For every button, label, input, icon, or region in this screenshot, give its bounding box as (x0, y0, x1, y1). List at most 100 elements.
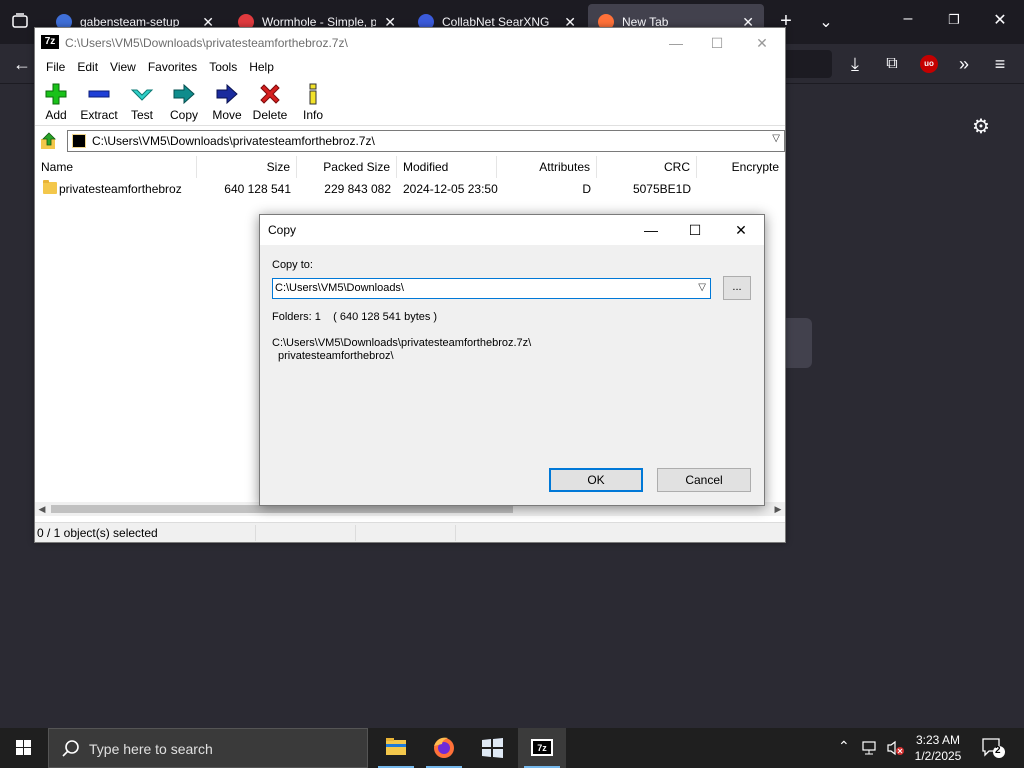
fm-menubar: File Edit View Favorites Tools Help (35, 58, 785, 78)
menu-favorites[interactable]: Favorites (142, 58, 203, 78)
column-encrypted[interactable]: Encrypte (697, 156, 785, 178)
scroll-right-icon[interactable]: ▶ (771, 502, 785, 516)
browse-button[interactable]: ... (723, 276, 751, 300)
notification-count: 2 (995, 745, 1001, 756)
cancel-button[interactable]: Cancel (657, 468, 751, 492)
extract-minus-icon (88, 90, 110, 98)
7zip-app-icon: 7z (41, 35, 59, 49)
7zip-taskbar-button[interactable]: 7z (518, 728, 566, 768)
destination-path-text: C:\Users\VM5\Downloads\ (275, 282, 404, 294)
column-packed-size[interactable]: Packed Size (297, 156, 397, 178)
move-label: Move (212, 108, 242, 122)
fm-close-button[interactable]: ✕ (747, 32, 777, 54)
fm-minimize-button[interactable]: — (661, 32, 691, 54)
ublock-icon[interactable]: uo (920, 55, 938, 73)
fm-toolbar: Add Extract Test Copy Move Delete Info (35, 78, 785, 126)
archive-icon (72, 134, 86, 148)
add-plus-icon (45, 83, 67, 105)
delete-button[interactable]: Delete (251, 82, 289, 122)
tray-overflow-icon[interactable]: ⌃ (838, 738, 850, 768)
move-arrow-icon (216, 83, 238, 105)
copy-button[interactable]: Copy (167, 82, 201, 122)
taskbar-search[interactable]: Type here to search (48, 728, 368, 768)
network-icon[interactable] (862, 740, 880, 768)
folder-icon (43, 180, 57, 194)
row-modified: 2024-12-05 23:50 (403, 182, 498, 196)
close-window-icon[interactable]: ✕ (988, 10, 1012, 30)
dialog-close-button[interactable]: ✕ (726, 219, 756, 241)
column-size[interactable]: Size (197, 156, 297, 178)
notification-icon (982, 738, 1005, 758)
extensions-icon[interactable]: ⧉ (880, 52, 904, 76)
fm-titlebar: 7z C:\Users\VM5\Downloads\privatesteamfo… (35, 28, 785, 58)
file-explorer-icon (386, 738, 406, 755)
status-divider (355, 525, 356, 541)
list-tabs-icon[interactable]: ⌄ (814, 12, 838, 32)
delete-label: Delete (252, 108, 288, 122)
menu-icon[interactable]: ≡ (988, 52, 1012, 76)
info-label: Info (302, 108, 323, 122)
scroll-left-icon[interactable]: ◀ (35, 502, 49, 516)
dialog-minimize-button[interactable]: — (636, 219, 666, 241)
search-placeholder: Type here to search (89, 741, 213, 757)
restore-icon[interactable]: ❐ (942, 12, 966, 28)
url-bar[interactable] (780, 50, 832, 78)
menu-tools[interactable]: Tools (203, 58, 243, 78)
newtab-shortcut-card[interactable] (786, 318, 812, 368)
test-label: Test (130, 108, 153, 122)
volume-muted-icon[interactable] (886, 740, 906, 768)
ok-button[interactable]: OK (549, 468, 643, 492)
7zip-icon: 7z (531, 739, 553, 756)
fm-maximize-button[interactable]: ☐ (702, 32, 732, 54)
dialog-title: Copy (268, 223, 297, 237)
column-crc[interactable]: CRC (597, 156, 697, 178)
windows-app-icon (482, 738, 503, 758)
status-bar: 0 / 1 object(s) selected (35, 522, 785, 542)
firefox-taskbar-button[interactable] (420, 728, 468, 768)
scroll-thumb[interactable] (51, 505, 513, 513)
move-button[interactable]: Move (209, 82, 245, 122)
add-button[interactable]: Add (39, 82, 73, 122)
settings-gear-icon[interactable]: ⚙ (972, 114, 990, 139)
clock-time: 3:23 AM (915, 733, 961, 747)
downloads-icon[interactable]: ⤓ (843, 52, 867, 76)
menu-edit[interactable]: Edit (71, 58, 104, 78)
menu-view[interactable]: View (104, 58, 142, 78)
tab-overview-icon[interactable] (10, 12, 30, 32)
more-tools-icon[interactable]: » (952, 52, 976, 76)
parent-folder-icon[interactable] (39, 131, 59, 151)
row-size: 640 128 541 (224, 182, 291, 196)
destination-path-combo[interactable]: C:\Users\VM5\Downloads\ ▽ (272, 278, 711, 299)
copy-arrow-icon (173, 83, 195, 105)
minimize-icon[interactable]: – (896, 10, 920, 28)
dialog-titlebar: Copy — ☐ ✕ (260, 215, 764, 245)
column-modified[interactable]: Modified (397, 156, 497, 178)
taskbar-clock[interactable]: 3:23 AM 1/2/2025 (906, 732, 970, 764)
status-divider (455, 525, 456, 541)
file-explorer-taskbar-button[interactable] (372, 728, 420, 768)
chevron-down-icon[interactable]: ▽ (698, 282, 706, 293)
start-button[interactable] (0, 728, 48, 768)
fm-addressbar: C:\Users\VM5\Downloads\privatesteamforth… (35, 128, 785, 154)
column-attributes[interactable]: Attributes (497, 156, 597, 178)
source-path-line2: privatesteamforthebroz\ (278, 350, 394, 362)
back-icon[interactable]: ← (10, 52, 34, 76)
copy-to-label: Copy to: (272, 259, 313, 271)
extract-label: Extract (80, 108, 118, 122)
row-packed-size: 229 843 082 (324, 182, 391, 196)
extract-button[interactable]: Extract (77, 82, 121, 122)
table-row[interactable]: privatesteamforthebroz 640 128 541 229 8… (35, 180, 785, 198)
address-field[interactable]: C:\Users\VM5\Downloads\privatesteamforth… (67, 130, 785, 152)
column-name[interactable]: Name (35, 156, 197, 178)
notification-center-button[interactable]: 2 (980, 736, 1006, 760)
test-button[interactable]: Test (127, 82, 157, 122)
dialog-maximize-button[interactable]: ☐ (680, 219, 710, 241)
info-i-icon (309, 83, 317, 105)
chevron-down-icon[interactable]: ▽ (772, 133, 780, 144)
info-button[interactable]: Info (299, 82, 327, 122)
copy-dialog: Copy — ☐ ✕ Copy to: C:\Users\VM5\Downloa… (259, 214, 765, 506)
menu-file[interactable]: File (40, 58, 71, 78)
windows-logo-icon (16, 740, 31, 755)
windows-app-taskbar-button[interactable] (468, 728, 516, 768)
menu-help[interactable]: Help (243, 58, 280, 78)
